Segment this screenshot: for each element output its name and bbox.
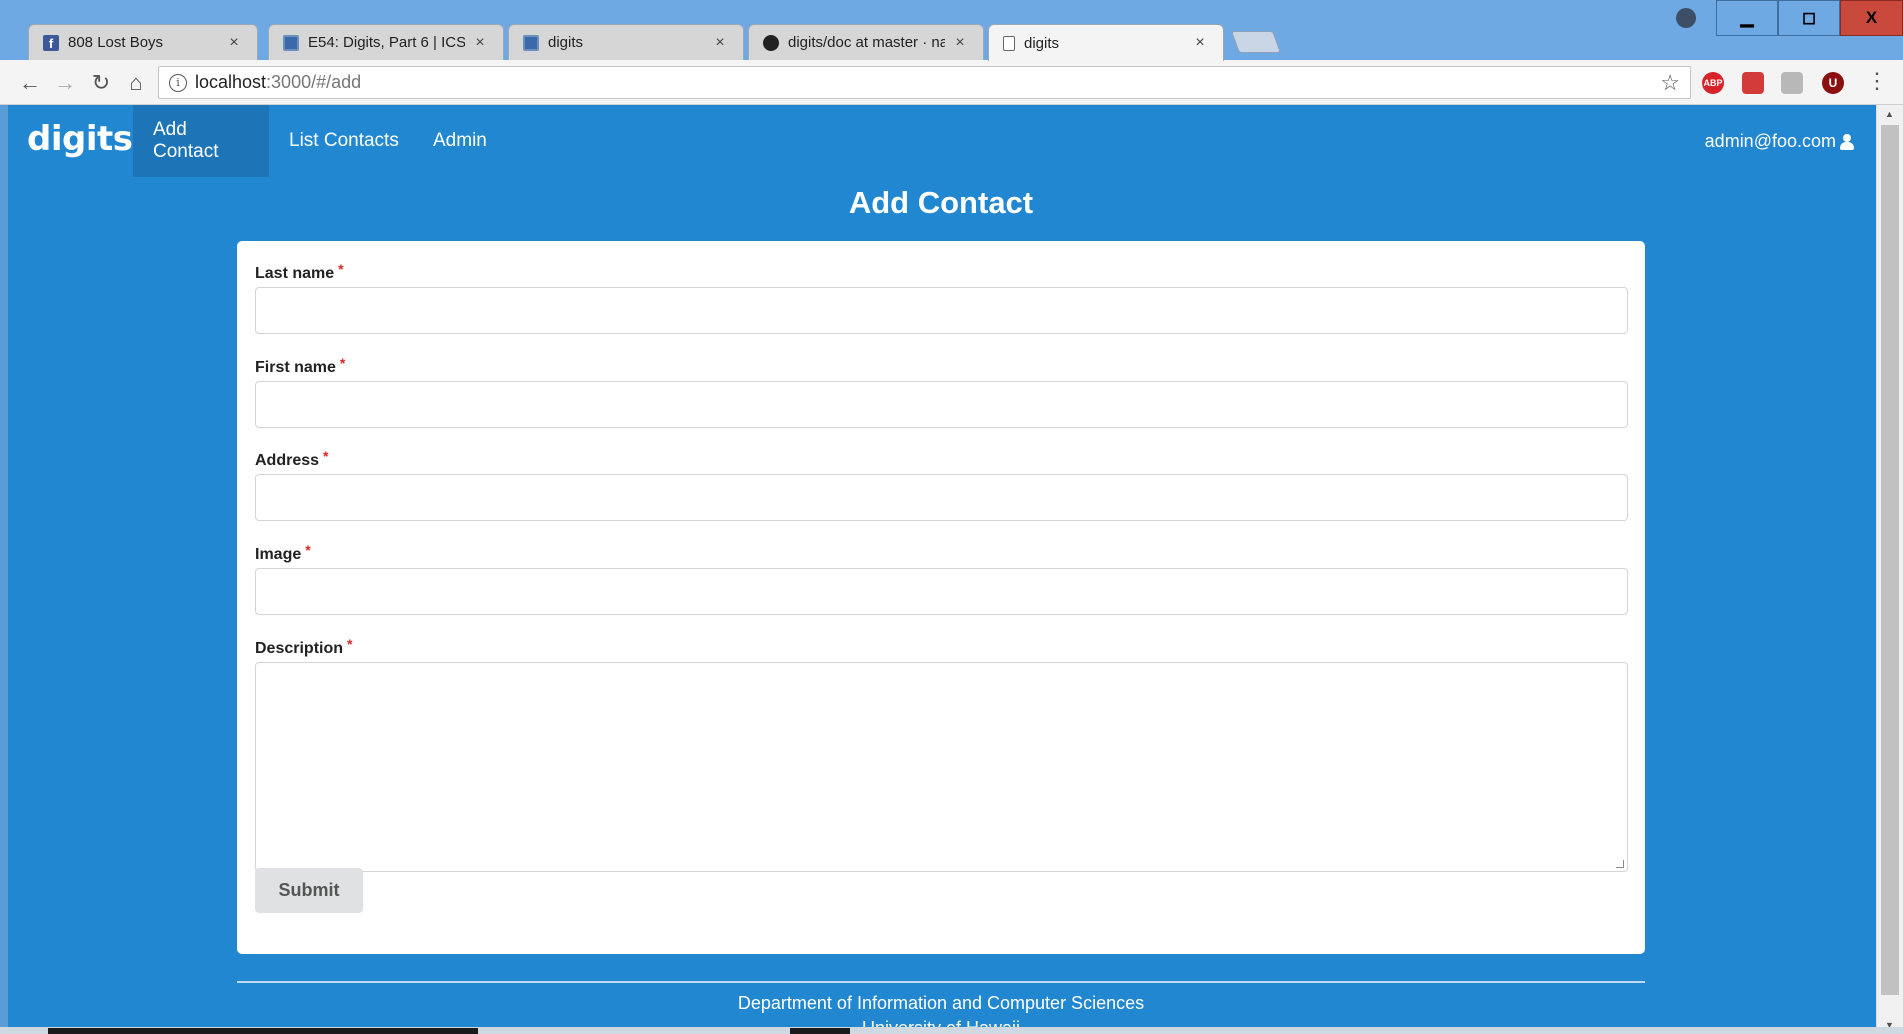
browser-titlebar: f 808 Lost Boys × E54: Digits, Part 6 | … bbox=[0, 0, 1903, 61]
adblock-extension-icon[interactable]: ABP bbox=[1702, 72, 1724, 94]
page-title: Add Contact bbox=[848, 185, 1034, 220]
ublock-extension-icon[interactable]: U bbox=[1822, 72, 1844, 94]
required-marker: * bbox=[339, 355, 346, 371]
label-text: First name bbox=[255, 359, 336, 376]
page-viewport: digits Add Contact List Contacts Admin a… bbox=[8, 105, 1876, 1034]
reload-icon[interactable]: ↻ bbox=[86, 68, 116, 98]
image-input[interactable] bbox=[255, 568, 1628, 615]
page-scrollbar[interactable]: ▲ ▼ bbox=[1876, 105, 1903, 1034]
taskbar-segment bbox=[790, 1028, 850, 1034]
profile-icon[interactable] bbox=[1676, 8, 1696, 28]
tab-title: 808 Lost Boys bbox=[68, 34, 164, 51]
last-name-input[interactable] bbox=[255, 287, 1628, 334]
browser-tab-1[interactable]: f 808 Lost Boys × bbox=[28, 24, 258, 60]
last-name-label: Last name * bbox=[255, 261, 344, 283]
page-content: digits Add Contact List Contacts Admin a… bbox=[8, 105, 1874, 1034]
nav-list-contacts[interactable]: List Contacts bbox=[269, 105, 419, 177]
new-tab-button[interactable] bbox=[1230, 31, 1282, 53]
browser-tab-3[interactable]: digits × bbox=[508, 24, 744, 60]
scrollbar-thumb[interactable] bbox=[1881, 125, 1899, 995]
address-input[interactable] bbox=[255, 474, 1628, 521]
required-marker: * bbox=[347, 636, 353, 652]
nav-admin[interactable]: Admin bbox=[413, 105, 507, 177]
scroll-up-arrow-icon[interactable]: ▲ bbox=[1885, 109, 1894, 119]
tab-title: E54: Digits, Part 6 | ICS 3 bbox=[308, 34, 465, 51]
resize-handle[interactable] bbox=[1616, 860, 1624, 868]
address-bar[interactable]: i localhost:3000/#/add ☆ bbox=[158, 66, 1691, 99]
close-icon[interactable]: × bbox=[225, 34, 243, 52]
label-text: Description bbox=[255, 640, 344, 657]
required-marker: * bbox=[305, 542, 311, 558]
window-border bbox=[0, 105, 8, 1034]
label-text: Address bbox=[255, 452, 320, 469]
close-icon[interactable]: × bbox=[951, 34, 969, 52]
close-icon[interactable]: × bbox=[1191, 34, 1209, 52]
github-icon bbox=[763, 34, 779, 51]
bookmark-star-icon[interactable]: ☆ bbox=[1660, 70, 1680, 96]
browser-tab-2[interactable]: E54: Digits, Part 6 | ICS 3 × bbox=[268, 24, 504, 60]
tab-title: digits bbox=[1024, 34, 1060, 52]
user-icon bbox=[1840, 133, 1854, 150]
url-host: localhost bbox=[195, 72, 267, 92]
extension-icon[interactable] bbox=[1781, 72, 1803, 94]
user-email: admin@foo.com bbox=[1704, 131, 1836, 151]
add-contact-form: Last name * First name * Address * Image * D… bbox=[237, 241, 1645, 954]
footer-department: Department of Information and Computer S… bbox=[737, 993, 1145, 1013]
image-label: Image * bbox=[255, 542, 311, 564]
document-icon bbox=[1003, 35, 1015, 51]
footer-divider bbox=[237, 981, 1645, 983]
browser-tab-active[interactable]: digits × bbox=[988, 24, 1224, 61]
user-menu[interactable]: admin@foo.com bbox=[1705, 131, 1854, 152]
window-close-button[interactable]: X bbox=[1840, 0, 1903, 36]
required-marker: * bbox=[338, 261, 344, 277]
required-marker: * bbox=[323, 448, 329, 464]
maximize-button[interactable]: ◻ bbox=[1778, 0, 1840, 36]
tab-title: digits/doc at master · na bbox=[788, 34, 945, 51]
browser-menu-icon[interactable]: ⋮ bbox=[1866, 70, 1888, 92]
browser-tab-4[interactable]: digits/doc at master · na × bbox=[748, 24, 984, 60]
browser-toolbar: ← → ↻ ⌂ i localhost:3000/#/add ☆ ABP U ⋮ bbox=[0, 60, 1903, 105]
forward-arrow-icon[interactable]: → bbox=[50, 68, 80, 98]
first-name-input[interactable] bbox=[255, 381, 1628, 428]
tab-title: digits bbox=[548, 34, 584, 51]
page-icon bbox=[283, 34, 299, 51]
back-arrow-icon[interactable]: ← bbox=[15, 68, 45, 98]
nav-add-contact[interactable]: Add Contact bbox=[133, 105, 269, 177]
minimize-button[interactable]: ▁ bbox=[1716, 0, 1778, 36]
close-icon[interactable]: × bbox=[471, 34, 489, 52]
home-icon[interactable]: ⌂ bbox=[121, 68, 151, 98]
top-navbar: digits Add Contact List Contacts Admin a… bbox=[8, 105, 1874, 177]
label-text: Image bbox=[255, 546, 302, 563]
url-path: :3000/#/add bbox=[266, 72, 362, 92]
first-name-label: First name * bbox=[255, 355, 345, 377]
info-icon[interactable]: i bbox=[169, 73, 187, 92]
brand-logo[interactable]: digits bbox=[27, 119, 133, 159]
address-label: Address * bbox=[255, 448, 328, 470]
label-text: Last name bbox=[255, 265, 335, 282]
description-textarea[interactable] bbox=[255, 662, 1628, 872]
taskbar-segment bbox=[48, 1028, 478, 1034]
close-icon[interactable]: × bbox=[711, 34, 729, 52]
description-label: Description * bbox=[255, 636, 352, 658]
page-icon bbox=[523, 34, 539, 51]
extension-icon[interactable] bbox=[1742, 72, 1764, 94]
facebook-icon: f bbox=[43, 34, 59, 51]
submit-button[interactable]: Submit bbox=[255, 868, 363, 913]
